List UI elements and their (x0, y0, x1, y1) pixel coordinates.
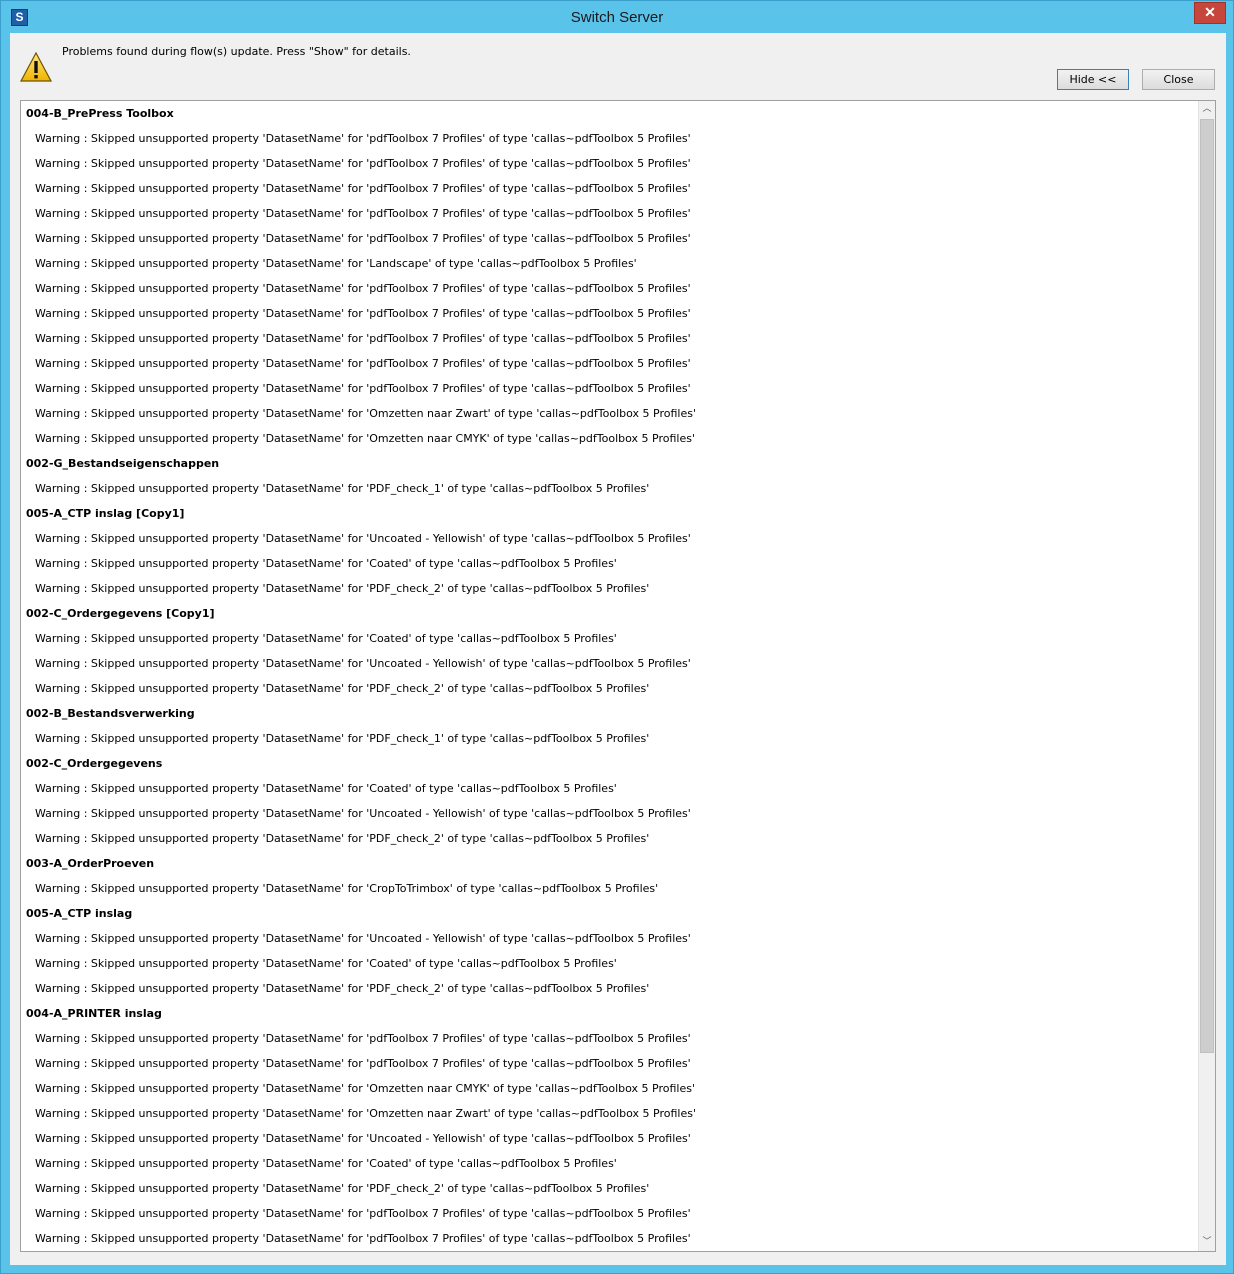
warning-row: Warning : Skipped unsupported property '… (35, 532, 691, 545)
close-button[interactable]: Close (1142, 69, 1215, 90)
warning-row: Warning : Skipped unsupported property '… (35, 832, 650, 845)
flow-group-header: 002-G_Bestandseigenschappen (26, 457, 220, 470)
warning-row: Warning : Skipped unsupported property '… (35, 357, 691, 370)
window-title: Switch Server (570, 9, 664, 26)
warning-row: Warning : Skipped unsupported property '… (35, 1132, 691, 1145)
switch-server-window: S Switch Server ✕ Problems found during … (0, 0, 1234, 1274)
warning-row: Warning : Skipped unsupported property '… (35, 332, 691, 345)
dialog-client-area: Problems found during flow(s) update. Pr… (10, 33, 1226, 1265)
warning-row: Warning : Skipped unsupported property '… (35, 682, 650, 695)
warning-row: Warning : Skipped unsupported property '… (35, 1107, 696, 1120)
scroll-up-arrow-icon[interactable]: ︿ (1199, 101, 1215, 118)
warning-row: Warning : Skipped unsupported property '… (35, 982, 650, 995)
warning-row: Warning : Skipped unsupported property '… (35, 557, 617, 570)
warning-row: Warning : Skipped unsupported property '… (35, 657, 691, 670)
flow-group-header: 004-A_PRINTER inslag (26, 1007, 162, 1020)
warning-row: Warning : Skipped unsupported property '… (35, 932, 691, 945)
warning-row: Warning : Skipped unsupported property '… (35, 1057, 691, 1070)
warning-row: Warning : Skipped unsupported property '… (35, 307, 691, 320)
warning-row: Warning : Skipped unsupported property '… (35, 732, 650, 745)
vertical-scrollbar[interactable]: ︿ ﹀ (1198, 101, 1215, 1251)
warning-row: Warning : Skipped unsupported property '… (35, 1182, 650, 1195)
details-log-panel[interactable]: 004-B_PrePress Toolbox Warning : Skipped … (20, 100, 1216, 1252)
flow-group-header: 002-B_Bestandsverwerking (26, 707, 195, 720)
warning-row: Warning : Skipped unsupported property '… (35, 1032, 691, 1045)
warning-row: Warning : Skipped unsupported property '… (35, 257, 637, 270)
warning-row: Warning : Skipped unsupported property '… (35, 957, 617, 970)
warning-row: Warning : Skipped unsupported property '… (35, 407, 696, 420)
problem-message: Problems found during flow(s) update. Pr… (62, 45, 411, 58)
warning-row: Warning : Skipped unsupported property '… (35, 382, 691, 395)
warning-row: Warning : Skipped unsupported property '… (35, 1082, 695, 1095)
hide-details-button[interactable]: Hide << (1057, 69, 1129, 90)
flow-group-header: 002-C_Ordergegevens [Copy1] (26, 607, 215, 620)
warning-row: Warning : Skipped unsupported property '… (35, 482, 650, 495)
flow-group-header: 004-B_PrePress Toolbox (26, 107, 174, 120)
warning-row: Warning : Skipped unsupported property '… (35, 432, 695, 445)
title-bar[interactable]: S Switch Server ✕ (1, 1, 1233, 33)
scroll-thumb[interactable] (1200, 119, 1214, 1053)
flow-group-header: 002-C_Ordergegevens (26, 757, 163, 770)
warning-row: Warning : Skipped unsupported property '… (35, 182, 691, 195)
warning-row: Warning : Skipped unsupported property '… (35, 632, 617, 645)
warning-row: Warning : Skipped unsupported property '… (35, 1207, 691, 1220)
flow-group-header: 005-A_CTP inslag [Copy1] (26, 507, 185, 520)
warning-row: Warning : Skipped unsupported property '… (35, 782, 617, 795)
warning-triangle-icon (20, 52, 52, 82)
warning-row: Warning : Skipped unsupported property '… (35, 207, 691, 220)
window-close-button[interactable]: ✕ (1194, 2, 1226, 24)
warning-row: Warning : Skipped unsupported property '… (35, 1232, 691, 1245)
flow-group-header: 003-A_OrderProeven (26, 857, 155, 870)
warning-row: Warning : Skipped unsupported property '… (35, 807, 691, 820)
warning-row: Warning : Skipped unsupported property '… (35, 582, 650, 595)
warning-row: Warning : Skipped unsupported property '… (35, 132, 691, 145)
flow-group-header: 005-A_CTP inslag (26, 907, 133, 920)
details-log-list: 004-B_PrePress Toolbox Warning : Skipped … (21, 101, 1197, 1251)
scroll-down-arrow-icon[interactable]: ﹀ (1199, 1234, 1215, 1251)
warning-row: Warning : Skipped unsupported property '… (35, 232, 691, 245)
warning-row: Warning : Skipped unsupported property '… (35, 882, 659, 895)
warning-row: Warning : Skipped unsupported property '… (35, 282, 691, 295)
warning-row: Warning : Skipped unsupported property '… (35, 157, 691, 170)
warning-row: Warning : Skipped unsupported property '… (35, 1157, 617, 1170)
